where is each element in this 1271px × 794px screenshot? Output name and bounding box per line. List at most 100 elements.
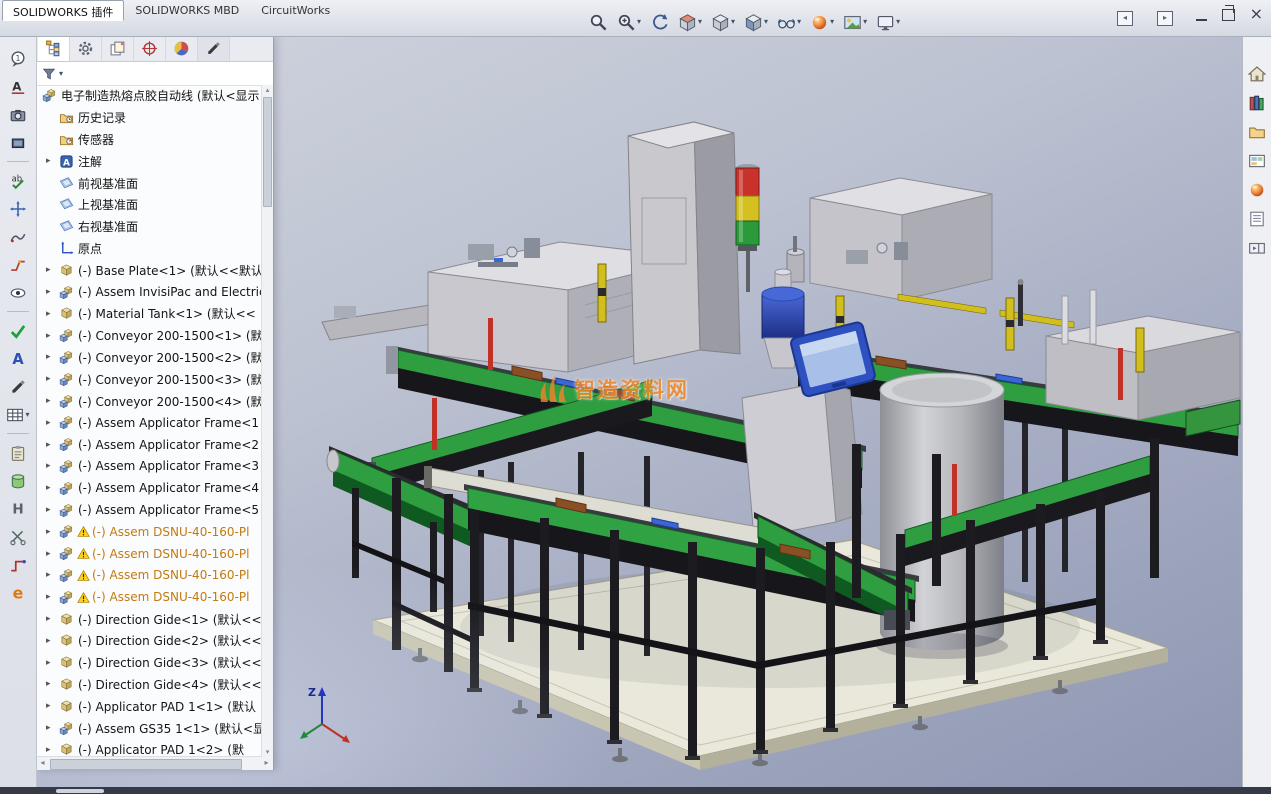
tree-filter-row[interactable]: ▾	[36, 62, 273, 86]
check-icon[interactable]	[5, 318, 31, 343]
file-explorer-icon[interactable]	[1245, 120, 1269, 143]
tree-item[interactable]: ▸(-) Conveyor 200-1500<3> (默	[36, 368, 262, 390]
view-palette-icon[interactable]	[1245, 149, 1269, 172]
tree-item[interactable]: ▸(-) Assem Applicator Frame<4	[36, 477, 262, 499]
clipboard-icon[interactable]	[5, 440, 31, 465]
design-library-icon[interactable]	[1245, 91, 1269, 114]
dropdown-caret-icon[interactable]: ▾	[830, 18, 834, 26]
expand-arrow-icon[interactable]: ▸	[46, 265, 59, 275]
commandmanager-tab[interactable]: SOLIDWORKS MBD	[124, 0, 250, 21]
view-orientation-icon[interactable]: ▾	[710, 11, 736, 33]
move-component-icon[interactable]	[5, 196, 31, 221]
boss-feature-icon[interactable]	[5, 468, 31, 493]
datum-target-icon[interactable]	[5, 130, 31, 155]
tree-item[interactable]: 传感器	[36, 129, 262, 151]
expand-arrow-icon[interactable]: ▸	[46, 156, 59, 166]
dropdown-caret-icon[interactable]: ▾	[637, 18, 641, 26]
edit-appearance-icon[interactable]: ▾	[809, 11, 835, 33]
expand-arrow-icon[interactable]: ▸	[46, 352, 59, 362]
tree-vertical-scrollbar[interactable]: ▴ ▾	[261, 85, 273, 757]
tree-item[interactable]: ▸(-) Applicator PAD 1<1> (默认	[36, 695, 262, 717]
tree-item[interactable]: ▸(-) Assem Applicator Frame<2	[36, 434, 262, 456]
weld-symbol-icon[interactable]	[5, 252, 31, 277]
tree-item[interactable]: ▸(-) Conveyor 200-1500<1> (默	[36, 325, 262, 347]
tree-item[interactable]: 前视基准面	[36, 172, 262, 194]
tree-item[interactable]: ▸(-) Direction Gide<1> (默认<<	[36, 608, 262, 630]
dropdown-caret-icon[interactable]: ▾	[731, 18, 735, 26]
tree-item[interactable]: 右视基准面	[36, 216, 262, 238]
hide-show-items-icon[interactable]: ▾	[776, 11, 802, 33]
close-button[interactable]: ×	[1250, 7, 1263, 21]
table-icon[interactable]: ▾	[5, 402, 31, 427]
view-settings-icon[interactable]: ▾	[875, 11, 901, 33]
structural-member-icon[interactable]	[5, 496, 31, 521]
expand-arrow-icon[interactable]: ▸	[46, 636, 59, 646]
tree-item[interactable]: 原点	[36, 238, 262, 260]
horizontal-scroll-thumb[interactable]	[50, 759, 242, 770]
scroll-up-icon[interactable]: ▴	[262, 86, 273, 94]
route-icon[interactable]	[5, 552, 31, 577]
expand-arrow-icon[interactable]: ▸	[46, 701, 59, 711]
tree-item[interactable]: ▸(-) Assem Applicator Frame<3	[36, 456, 262, 478]
tree-item[interactable]: ▸(-) Assem DSNU-40-160-Pl	[36, 586, 262, 608]
dropdown-caret-icon[interactable]: ▾	[863, 18, 867, 26]
previous-view-icon[interactable]	[649, 11, 670, 33]
tree-item[interactable]: ▸(-) Applicator PAD 1<2> (默	[36, 739, 262, 757]
tree-horizontal-scrollbar[interactable]: ◂ ▸	[36, 756, 273, 770]
tree-item[interactable]: ▸(-) Assem Applicator Frame<1	[36, 412, 262, 434]
expand-arrow-icon[interactable]: ▸	[46, 679, 59, 689]
cam-tab[interactable]	[198, 36, 230, 61]
commandmanager-tab[interactable]: SOLIDWORKS 插件	[2, 0, 124, 21]
collapse-left-pane-icon[interactable]: ◂	[1117, 11, 1133, 26]
home-icon[interactable]	[1245, 62, 1269, 85]
expand-arrow-icon[interactable]: ▸	[46, 723, 59, 733]
expand-arrow-icon[interactable]: ▸	[46, 287, 59, 297]
expand-arrow-icon[interactable]: ▸	[46, 331, 59, 341]
expand-arrow-icon[interactable]: ▸	[46, 549, 59, 559]
dimxpert-tab[interactable]	[134, 36, 166, 61]
scroll-down-icon[interactable]: ▾	[262, 748, 273, 756]
tree-item[interactable]: ▸注解	[36, 150, 262, 172]
balloon-icon[interactable]	[5, 46, 31, 71]
expand-arrow-icon[interactable]: ▸	[46, 570, 59, 580]
zoom-to-area-icon[interactable]: ▾	[616, 11, 642, 33]
featuremanager-tab[interactable]	[38, 36, 70, 61]
expand-arrow-icon[interactable]: ▸	[46, 592, 59, 602]
propertymanager-tab[interactable]	[70, 36, 102, 61]
expand-arrow-icon[interactable]: ▸	[46, 396, 59, 406]
appearances-icon[interactable]	[1245, 178, 1269, 201]
spellcheck-icon[interactable]	[5, 168, 31, 193]
display-style-icon[interactable]: ▾	[743, 11, 769, 33]
scroll-left-icon[interactable]: ◂	[36, 757, 49, 769]
tree-item[interactable]: ▸(-) Base Plate<1> (默认<<默认	[36, 259, 262, 281]
tree-item[interactable]: 电子制造热熔点胶自动线 (默认<显示	[36, 85, 262, 107]
signal-tower[interactable]	[736, 164, 759, 292]
expand-arrow-icon[interactable]: ▸	[46, 483, 59, 493]
expand-arrow-icon[interactable]: ▸	[46, 309, 59, 319]
center-tower-cabinet[interactable]	[628, 122, 740, 364]
tree-item[interactable]: ▸(-) Direction Gide<4> (默认<<	[36, 674, 262, 696]
surface-finish-icon[interactable]	[5, 224, 31, 249]
tree-item[interactable]: ▸(-) Direction Gide<2> (默认<<	[36, 630, 262, 652]
tree-item[interactable]: 上视基准面	[36, 194, 262, 216]
dropdown-caret-icon[interactable]: ▾	[698, 18, 702, 26]
minimize-button[interactable]	[1196, 7, 1207, 21]
display-pane-icon[interactable]	[1245, 236, 1269, 259]
zoom-to-fit-icon[interactable]	[588, 11, 609, 33]
custom-properties-icon[interactable]	[1245, 207, 1269, 230]
configurationmanager-tab[interactable]	[102, 36, 134, 61]
tree-item[interactable]: ▸(-) Assem GS35 1<1> (默认<显	[36, 717, 262, 739]
apply-scene-icon[interactable]: ▾	[842, 11, 868, 33]
expand-arrow-icon[interactable]: ▸	[46, 440, 59, 450]
dropdown-caret-icon[interactable]: ▾	[896, 18, 900, 26]
photo-icon[interactable]	[5, 102, 31, 127]
tree-item[interactable]: ▸(-) Material Tank<1> (默认<<	[36, 303, 262, 325]
filter-funnel-icon[interactable]	[42, 67, 56, 81]
filter-caret-icon[interactable]: ▾	[59, 70, 63, 78]
tree-item[interactable]: ▸(-) Assem DSNU-40-160-Pl	[36, 565, 262, 587]
collapse-right-pane-icon[interactable]: ▸	[1157, 11, 1173, 26]
tree-item[interactable]: ▸(-) Assem DSNU-40-160-Pl	[36, 521, 262, 543]
scroll-right-icon[interactable]: ▸	[260, 757, 273, 769]
eye-icon[interactable]	[5, 280, 31, 305]
tree-item[interactable]: ▸(-) Assem DSNU-40-160-Pl	[36, 543, 262, 565]
